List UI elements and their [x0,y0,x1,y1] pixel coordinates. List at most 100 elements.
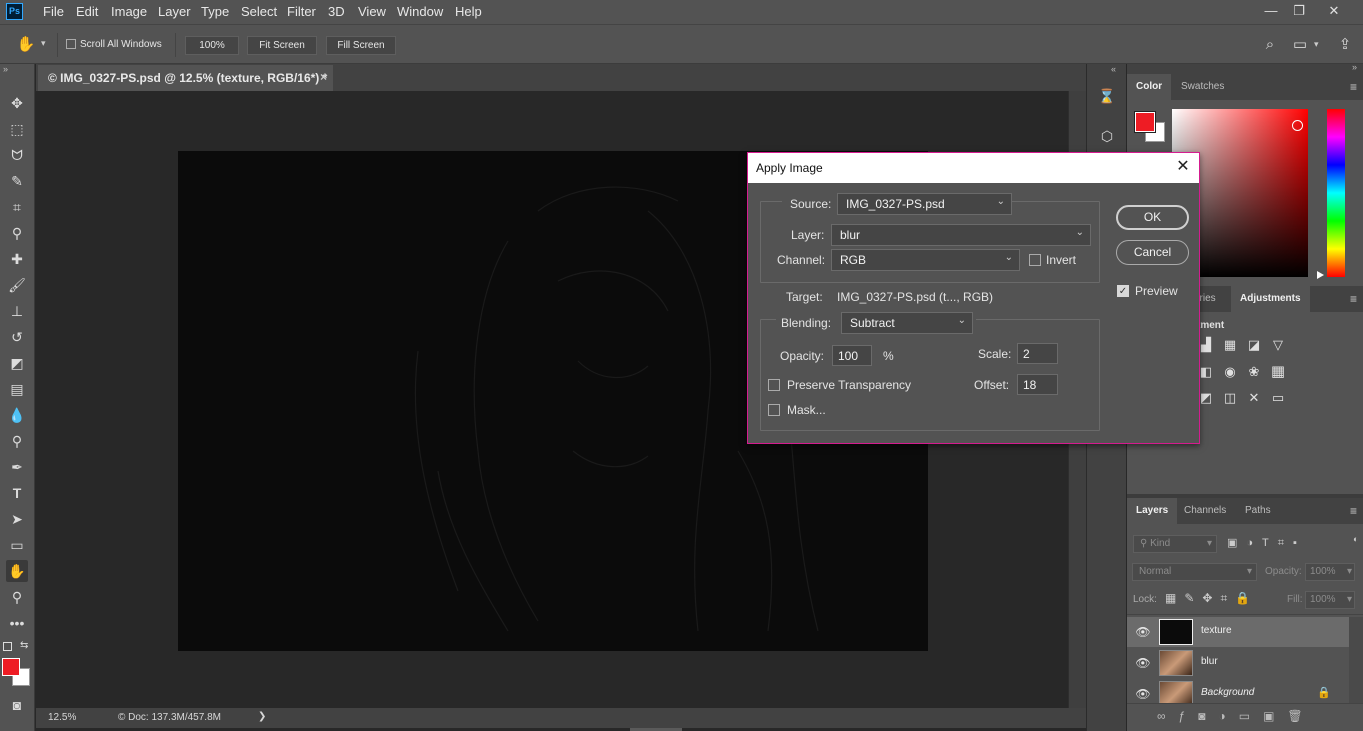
minimize-icon[interactable]: — [1259,2,1283,20]
healing-brush-tool-icon[interactable]: ✚ [6,248,28,270]
layer-action-icons[interactable]: ∞ƒ◙◑▭▣🗑 [1157,709,1347,723]
crop-tool-icon[interactable]: ⌗ [6,196,28,218]
channel-mixer-icon[interactable]: ❀ [1245,363,1263,381]
eraser-tool-icon[interactable]: ◩ [6,352,28,374]
quick-mask-icon[interactable]: ◙ [6,694,28,716]
hand-tool-icon[interactable]: ✋ [6,560,28,582]
history-brush-tool-icon[interactable]: ↺ [6,326,28,348]
dodge-tool-icon[interactable]: ⚲ [6,430,28,452]
zoom-100-button[interactable]: 100% [185,36,239,55]
menu-view[interactable]: View [358,4,386,19]
pen-tool-icon[interactable]: ✒ [6,456,28,478]
zoom-level[interactable]: 12.5% [48,712,76,723]
restore-icon[interactable]: ❐ [1287,2,1311,20]
cancel-button[interactable]: Cancel [1116,240,1189,265]
threshold-icon[interactable]: ◫ [1221,389,1239,407]
chevron-down-icon[interactable]: ▾ [41,38,46,49]
zoom-tool-icon[interactable]: ⚲ [6,586,28,608]
panel-menu-icon[interactable]: ≡ [1350,80,1357,94]
foreground-color-swatch[interactable] [1134,111,1156,133]
path-select-tool-icon[interactable]: ➤ [6,508,28,530]
blending-dropdown[interactable]: Subtract ⌄ [841,312,973,334]
eye-icon[interactable]: 👁 [1135,656,1151,670]
preview-checkbox[interactable]: ✓ [1117,285,1129,297]
3d-panel-icon[interactable]: ⬡ [1097,126,1117,146]
more-tools-icon[interactable]: ••• [6,612,28,634]
panel-menu-icon[interactable]: ≡ [1350,292,1357,306]
brush-tool-icon[interactable]: 🖌 [6,274,28,296]
layers-scrollbar[interactable] [1349,617,1363,705]
close-icon[interactable]: ✕ [1173,157,1193,177]
search-icon[interactable]: ⌕ [1260,35,1280,55]
menu-3d[interactable]: 3D [328,4,345,19]
vibrance-icon[interactable]: ▽ [1269,336,1287,354]
close-window-icon[interactable]: ✕ [1322,2,1346,20]
ok-button[interactable]: OK [1116,205,1189,230]
selective-color-icon[interactable]: ✕ [1245,389,1263,407]
blur-tool-icon[interactable]: 💧 [6,404,28,426]
gradient-map-icon[interactable]: ▭ [1269,389,1287,407]
hue-slider[interactable] [1327,109,1345,277]
quick-select-tool-icon[interactable]: ✎ [6,170,28,192]
default-colors-icon[interactable] [3,642,12,651]
blend-mode-dropdown[interactable]: Normal ▾ [1132,563,1257,581]
offset-input[interactable]: 18 [1017,374,1058,395]
menu-filter[interactable]: Filter [287,4,316,19]
lasso-tool-icon[interactable]: ᗢ [6,144,28,166]
menu-image[interactable]: Image [111,4,147,19]
foreground-color-swatch[interactable] [2,658,20,676]
workspace-icon[interactable]: ▭ [1290,35,1310,55]
tab-swatches[interactable]: Swatches [1172,74,1233,100]
mask-checkbox[interactable] [768,404,780,416]
scale-input[interactable]: 2 [1017,343,1058,364]
share-icon[interactable]: ⇪ [1335,35,1355,55]
swap-colors-icon[interactable]: ⇆ [20,640,28,651]
color-picker-cursor[interactable] [1292,120,1303,131]
menu-window[interactable]: Window [397,4,443,19]
marquee-tool-icon[interactable]: ⬚ [6,118,28,140]
source-dropdown[interactable]: IMG_0327-PS.psd ⌄ [837,193,1012,215]
tab-adjustments[interactable]: Adjustments [1231,286,1310,312]
menu-type[interactable]: Type [201,4,229,19]
layer-opacity-field[interactable]: 100% ▾ [1305,563,1355,581]
move-tool-icon[interactable]: ✥ [6,92,28,114]
scroll-all-windows-checkbox[interactable] [66,39,76,49]
hue-slider-handle[interactable] [1317,271,1324,279]
layer-row[interactable]: 👁 texture [1127,617,1349,647]
channel-dropdown[interactable]: RGB ⌄ [831,249,1020,271]
tab-channels[interactable]: Channels [1175,498,1235,524]
menu-edit[interactable]: Edit [76,4,98,19]
gradient-tool-icon[interactable]: ▤ [6,378,28,400]
type-tool-icon[interactable]: T [6,482,28,504]
collapse-panels-icon[interactable]: » [1352,62,1357,72]
eyedropper-tool-icon[interactable]: ⚲ [6,222,28,244]
panel-menu-icon[interactable]: ≡ [1350,504,1357,518]
fill-field[interactable]: 100% ▾ [1305,591,1355,609]
opacity-input[interactable]: 100 [832,345,872,366]
clone-stamp-tool-icon[interactable]: ⊥ [6,300,28,322]
filter-toggle-icon[interactable]: ◐ [1353,534,1361,552]
layer-kind-filter[interactable]: ⚲ Kind ▾ [1133,535,1217,553]
fit-screen-button[interactable]: Fit Screen [247,36,317,55]
layer-row[interactable]: 👁 blur [1127,648,1349,678]
tab-color[interactable]: Color [1127,74,1172,100]
collapse-dock-icon[interactable]: « [1111,64,1116,74]
dialog-titlebar[interactable]: Apply Image ✕ [748,153,1199,183]
history-panel-icon[interactable]: ⌛ [1097,86,1117,106]
preserve-transparency-checkbox[interactable] [768,379,780,391]
menu-file[interactable]: File [43,4,64,19]
eye-icon[interactable]: 👁 [1135,687,1151,701]
document-tab[interactable]: © IMG_0327-PS.psd @ 12.5% (texture, RGB/… [38,65,333,91]
color-lookup-icon[interactable]: ▦ [1269,363,1287,381]
status-menu-arrow-icon[interactable]: ❯ [258,711,266,722]
eye-icon[interactable]: 👁 [1135,625,1151,639]
curves-icon[interactable]: ▦ [1221,336,1239,354]
layer-dropdown[interactable]: blur ⌄ [831,224,1091,246]
menu-layer[interactable]: Layer [158,4,191,19]
exposure-icon[interactable]: ◪ [1245,336,1263,354]
photo-filter-icon[interactable]: ◉ [1221,363,1239,381]
menu-help[interactable]: Help [455,4,482,19]
lock-icons[interactable]: ▦✎✥⌗🔒 [1165,591,1265,606]
fill-screen-button[interactable]: Fill Screen [326,36,396,55]
close-tab-icon[interactable]: × [320,70,327,84]
